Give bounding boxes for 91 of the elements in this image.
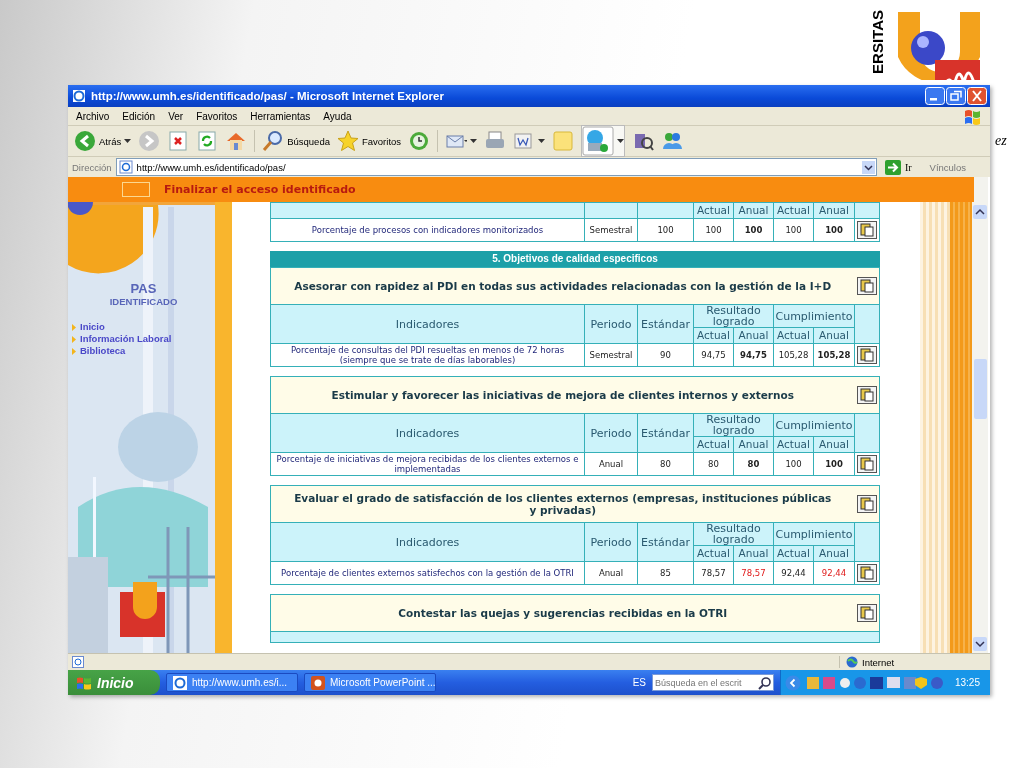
search-icon[interactable]: [756, 675, 773, 690]
presentation-icon: [311, 675, 325, 690]
menu-item[interactable]: Edición: [122, 110, 156, 122]
close-icon[interactable]: [967, 87, 987, 105]
column-header: Actual: [773, 202, 814, 219]
sidebar-link[interactable]: Información Laboral: [80, 333, 172, 345]
taskbar-button[interactable]: http://www.umh.es/i...: [166, 673, 298, 692]
status-zone: Internet: [862, 656, 895, 668]
objective-title: Estimular y favorecer las iniciativas de mejora de clientes internos y externos: [270, 376, 855, 414]
triangle-bullet-icon: [72, 323, 76, 331]
globe-icon: [846, 656, 858, 668]
column-header: Anual: [733, 202, 774, 219]
column-header: Estándar: [637, 522, 694, 562]
sidebar-subtitle: IDENTIFICADO: [109, 296, 178, 307]
window-title: http://www.umh.es/identificado/pas/ - Microsoft Internet Explorer: [91, 90, 445, 102]
page-icon: [72, 656, 84, 668]
people-icon[interactable]: [661, 130, 684, 152]
scrollbar[interactable]: [972, 177, 988, 653]
objective-title: Evaluar el grado de satisfacción de los clientes externos (empresas, instituciones públicas y privadas): [270, 485, 855, 523]
scrollbar-thumb[interactable]: [973, 359, 987, 419]
column-header: Periodo: [584, 304, 638, 344]
sidebar-link[interactable]: Biblioteca: [80, 345, 126, 357]
column-header: Estándar: [637, 413, 694, 453]
outline-frame: [122, 182, 150, 197]
browser-icon: [72, 89, 86, 103]
dropdown-caret-icon[interactable]: [124, 139, 132, 143]
menu-item[interactable]: Ver: [168, 110, 184, 122]
report-icon[interactable]: [856, 386, 877, 404]
sidebar-title: PAS: [130, 281, 157, 296]
sidebar-link[interactable]: Inicio: [80, 321, 105, 333]
menu-item[interactable]: Archivo: [76, 110, 110, 122]
menu-item[interactable]: Ayuda: [323, 110, 352, 122]
section-title: 5. Objetivos de calidad especificos: [270, 251, 880, 267]
column-header: Periodo: [584, 522, 638, 562]
report-icon[interactable]: [856, 495, 877, 513]
column-header: Anual: [813, 202, 855, 219]
taskbar-button[interactable]: Microsoft PowerPoint ...: [304, 673, 436, 692]
windows-flag-icon: [76, 675, 92, 690]
objective-title: Asesorar con rapidez al PDI en todas sus actividades relacionadas con la gestión de la I+D: [270, 267, 855, 305]
clock-icon[interactable]: [408, 130, 431, 152]
triangle-bullet-icon: [72, 335, 76, 343]
toolbar-button-label[interactable]: Búsqueda: [287, 135, 330, 147]
table-cell: Porcentaje de procesos con indicadores monitorizados: [270, 218, 585, 242]
links-button[interactable]: Vínculos: [929, 161, 986, 173]
table-cell: Porcentaje de clientes externos satisfechos con la gestión de la OTRI: [270, 561, 585, 585]
arrow-icon: [884, 159, 901, 175]
clock: 13:25: [954, 677, 980, 688]
address-field[interactable]: http://www.umh.es/identificado/pas/: [115, 158, 877, 176]
column-header: Actual: [693, 202, 734, 219]
table-cell: Porcentaje de iniciativas de mejora recibidas de los clientes externos e implementadas: [270, 452, 585, 476]
column-header: Indicadores: [270, 304, 585, 344]
report-icon[interactable]: [857, 455, 877, 473]
report-icon[interactable]: [857, 221, 877, 239]
logo-text: ERSITAS: [868, 10, 887, 74]
column-header: Indicadores: [270, 522, 585, 562]
go-button[interactable]: Ir: [880, 159, 926, 175]
objective-title: Contestar las quejas y sugerencias recibidas en la OTRI: [270, 594, 855, 632]
toolbar-button-label[interactable]: Atrás: [99, 135, 122, 147]
back-icon[interactable]: [74, 130, 96, 152]
dropdown-caret-icon[interactable]: [617, 139, 625, 143]
refresh-icon[interactable]: [196, 130, 219, 152]
address-label: Dirección: [72, 161, 112, 173]
table-cell: Porcentaje de consultas del PDI resueltas en menos de 72 horas (siempre que se trate de días laborables): [270, 343, 585, 367]
menu-item[interactable]: Favoritos: [196, 110, 238, 122]
minimize-icon[interactable]: [925, 87, 945, 105]
toolbar-button-label[interactable]: Favoritos: [362, 135, 402, 147]
column-header: Periodo: [584, 413, 638, 453]
page-icon: [118, 160, 133, 174]
restore-icon[interactable]: [946, 87, 966, 105]
tray-icons-drawing[interactable]: [804, 674, 945, 691]
dropdown-caret-icon[interactable]: [470, 139, 478, 143]
stop-icon[interactable]: [167, 130, 190, 152]
search-field[interactable]: Búsqueda en el escrit: [651, 674, 774, 691]
report-icon[interactable]: [856, 277, 877, 295]
start-button[interactable]: Inicio: [68, 670, 160, 695]
report-icon[interactable]: [857, 564, 877, 582]
scroll-down-icon[interactable]: [973, 637, 987, 651]
report-icon[interactable]: [857, 346, 877, 364]
menu-item[interactable]: Herramientas: [250, 110, 311, 122]
star-icon[interactable]: [337, 130, 359, 152]
scroll-up-icon[interactable]: [973, 205, 987, 219]
triangle-bullet-icon: [72, 347, 76, 355]
report-icon[interactable]: [856, 604, 877, 622]
windows-flag-icon: [962, 107, 982, 125]
language-indicator[interactable]: ES: [632, 677, 646, 688]
column-header: Indicadores: [270, 413, 585, 453]
chevron-icon[interactable]: [784, 674, 801, 691]
column-header: Estándar: [637, 304, 694, 344]
browser-icon: [173, 675, 187, 690]
logo-text: ez: [995, 133, 1007, 149]
dropdown-caret-icon[interactable]: [538, 139, 546, 143]
